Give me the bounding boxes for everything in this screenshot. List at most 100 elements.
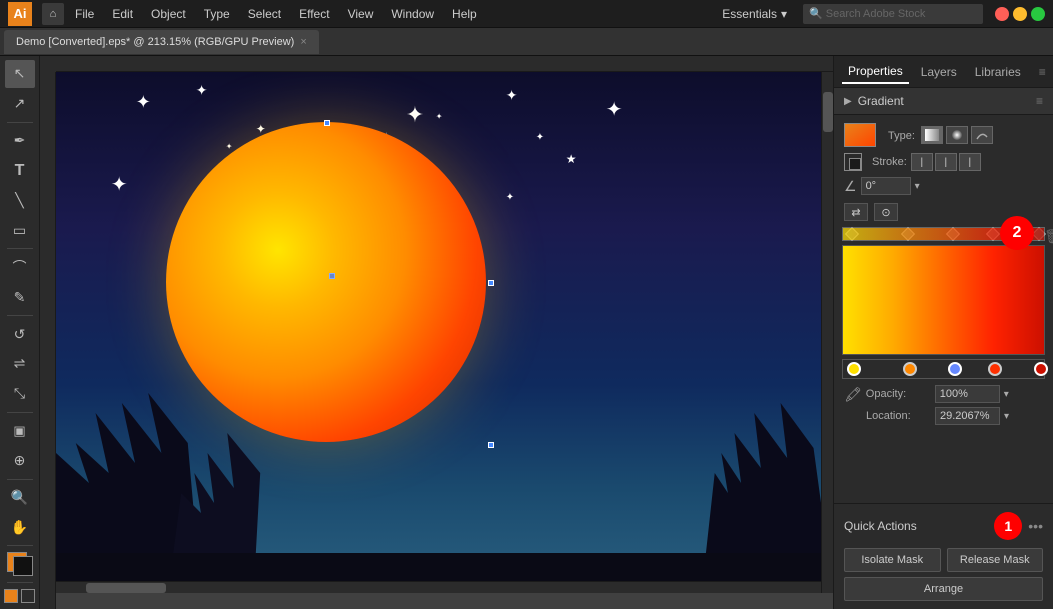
gradient-type-radial[interactable] bbox=[946, 126, 968, 144]
quick-actions-title: Quick Actions bbox=[844, 519, 917, 533]
opacity-input[interactable] bbox=[935, 385, 1000, 403]
menu-effect[interactable]: Effect bbox=[292, 5, 336, 23]
delete-stop-btn[interactable]: 🗑 bbox=[1044, 228, 1053, 245]
window-max-btn[interactable] bbox=[1031, 7, 1045, 21]
app-logo: Ai bbox=[8, 2, 32, 26]
bottom-stop-0[interactable] bbox=[847, 362, 861, 376]
scroll-thumb-v[interactable] bbox=[823, 92, 833, 132]
window-close-btn[interactable] bbox=[995, 7, 1009, 21]
scene: ✦ ✦ ✦ ✦ ✦ ✦ ★ ✦ ✦ ✦ ✦ ✦ ✦ ✦ bbox=[56, 72, 833, 593]
ruler-vertical bbox=[40, 72, 56, 609]
star: ✦ bbox=[536, 132, 544, 143]
location-input[interactable] bbox=[935, 407, 1000, 425]
tab-layers[interactable]: Layers bbox=[915, 61, 963, 83]
background-color[interactable] bbox=[13, 556, 33, 576]
stroke-swatch[interactable] bbox=[844, 153, 862, 171]
gradient-swatch[interactable] bbox=[844, 123, 876, 147]
menu-file[interactable]: File bbox=[68, 5, 101, 23]
gradient-options-btn[interactable]: ⊙ bbox=[874, 203, 898, 221]
stroke-btn-3[interactable]: | bbox=[959, 153, 981, 171]
angle-icon: ∠ bbox=[844, 178, 857, 195]
menu-window[interactable]: Window bbox=[384, 5, 441, 23]
scroll-bar-h[interactable] bbox=[56, 581, 821, 593]
gradient-fill[interactable] bbox=[4, 589, 18, 603]
stroke-btn-1[interactable]: | bbox=[911, 153, 933, 171]
tool-rotate[interactable]: ↺ bbox=[5, 320, 35, 348]
scroll-thumb-h[interactable] bbox=[86, 583, 166, 593]
tool-zoom[interactable]: 🔍 bbox=[5, 483, 35, 511]
tool-pen[interactable]: ✒ bbox=[5, 127, 35, 155]
tab-libraries[interactable]: Libraries bbox=[969, 61, 1027, 83]
tool-hand[interactable]: ✋ bbox=[5, 513, 35, 541]
arrange-btn[interactable]: Arrange bbox=[844, 577, 1043, 601]
opacity-row: 🖍 Opacity: ▾ bbox=[844, 385, 1043, 403]
tool-select[interactable]: ↖ bbox=[5, 60, 35, 88]
stroke-btn-2[interactable]: | bbox=[935, 153, 957, 171]
home-icon[interactable]: ⌂ bbox=[42, 3, 64, 25]
tool-type[interactable]: T bbox=[5, 157, 35, 185]
angle-dropdown-btn[interactable]: ▾ bbox=[915, 181, 920, 192]
tool-rectangle[interactable]: ▭ bbox=[5, 216, 35, 244]
scroll-bar-v[interactable] bbox=[821, 72, 833, 593]
tool-pencil[interactable]: ✎ bbox=[5, 283, 35, 311]
gradient-type-btns bbox=[921, 126, 993, 144]
angle-input[interactable] bbox=[861, 177, 911, 195]
bottom-stop-2[interactable] bbox=[948, 362, 962, 376]
stroke-btns: | | | bbox=[911, 153, 981, 171]
no-fill[interactable] bbox=[21, 589, 35, 603]
location-dropdown-btn[interactable]: ▾ bbox=[1004, 411, 1009, 422]
panel-tabs: Properties Layers Libraries ≡ bbox=[834, 56, 1053, 88]
document-tab[interactable]: Demo [Converted].eps* @ 213.15% (RGB/GPU… bbox=[4, 30, 319, 54]
prop-rows: 🖍 Opacity: ▾ Location: ▾ bbox=[834, 379, 1053, 431]
tab-properties[interactable]: Properties bbox=[842, 60, 909, 84]
gradient-stops-bottom bbox=[842, 359, 1045, 379]
annotation-circle-1: 1 bbox=[994, 512, 1022, 540]
annotation-circle-2: 2 bbox=[1000, 216, 1034, 250]
reverse-gradient-btn[interactable]: ⇄ bbox=[844, 203, 868, 221]
star: ✦ bbox=[111, 172, 128, 197]
bottom-stop-3[interactable] bbox=[988, 362, 1002, 376]
menu-help[interactable]: Help bbox=[445, 5, 484, 23]
window-min-btn[interactable] bbox=[1013, 7, 1027, 21]
bottom-stop-4[interactable] bbox=[1034, 362, 1048, 376]
opacity-dropdown-btn[interactable]: ▾ bbox=[1004, 389, 1009, 400]
tool-mirror[interactable]: ⇌ bbox=[5, 350, 35, 378]
menu-type[interactable]: Type bbox=[197, 5, 237, 23]
eyedropper-icon[interactable]: 🖍 bbox=[844, 386, 862, 403]
gradient-panel-title: ▶ Gradient bbox=[844, 94, 904, 108]
tool-line[interactable]: ╲ bbox=[5, 187, 35, 215]
workspace-selector[interactable]: Essentials ▾ bbox=[722, 7, 787, 21]
panel-collapse-btn[interactable]: ≡ bbox=[1036, 94, 1043, 108]
window-controls bbox=[995, 7, 1045, 21]
tool-scale[interactable]: ⤡ bbox=[5, 380, 35, 408]
bottom-stop-1[interactable] bbox=[903, 362, 917, 376]
tool-paintbrush[interactable]: ⌒ bbox=[5, 253, 35, 281]
quick-actions-header: Quick Actions 1 ••• bbox=[844, 512, 1043, 540]
selection-handle[interactable] bbox=[488, 280, 494, 286]
menu-edit[interactable]: Edit bbox=[105, 5, 140, 23]
annotation-2: 2 bbox=[1000, 216, 1034, 250]
tab-close-btn[interactable]: × bbox=[300, 36, 306, 48]
isolate-mask-btn[interactable]: Isolate Mask bbox=[844, 548, 941, 572]
tab-bar: Demo [Converted].eps* @ 213.15% (RGB/GPU… bbox=[0, 28, 1053, 56]
gradient-type-linear[interactable] bbox=[921, 126, 943, 144]
tool-shape-builder[interactable]: ⊕ bbox=[5, 447, 35, 475]
gradient-type-freeform[interactable] bbox=[971, 126, 993, 144]
star: ✦ bbox=[436, 112, 443, 121]
tool-direct-select[interactable]: ↗ bbox=[5, 90, 35, 118]
main-layout: ↖ ↗ ✒ T ╲ ▭ ⌒ ✎ ↺ ⇌ ⤡ ▣ ⊕ 🔍 ✋ bbox=[0, 56, 1053, 609]
menu-object[interactable]: Object bbox=[144, 5, 193, 23]
menu-select[interactable]: Select bbox=[241, 5, 288, 23]
stroke-row: Stroke: | | | bbox=[844, 153, 1043, 171]
gradient-panel-header: ▶ Gradient ≡ bbox=[834, 88, 1053, 115]
selection-handle[interactable] bbox=[324, 120, 330, 126]
menu-view[interactable]: View bbox=[341, 5, 381, 23]
more-options-btn[interactable]: ••• bbox=[1028, 518, 1043, 534]
qa-row-2: Arrange bbox=[844, 577, 1043, 601]
panel-options-btn[interactable]: ≡ bbox=[1039, 65, 1046, 79]
release-mask-btn[interactable]: Release Mask bbox=[947, 548, 1044, 572]
tool-gradient[interactable]: ▣ bbox=[5, 417, 35, 445]
star: ✦ bbox=[406, 102, 424, 128]
right-panel: Properties Layers Libraries ≡ ▶ Gradient… bbox=[833, 56, 1053, 609]
canvas-content[interactable]: ✦ ✦ ✦ ✦ ✦ ✦ ★ ✦ ✦ ✦ ✦ ✦ ✦ ✦ bbox=[56, 72, 833, 593]
